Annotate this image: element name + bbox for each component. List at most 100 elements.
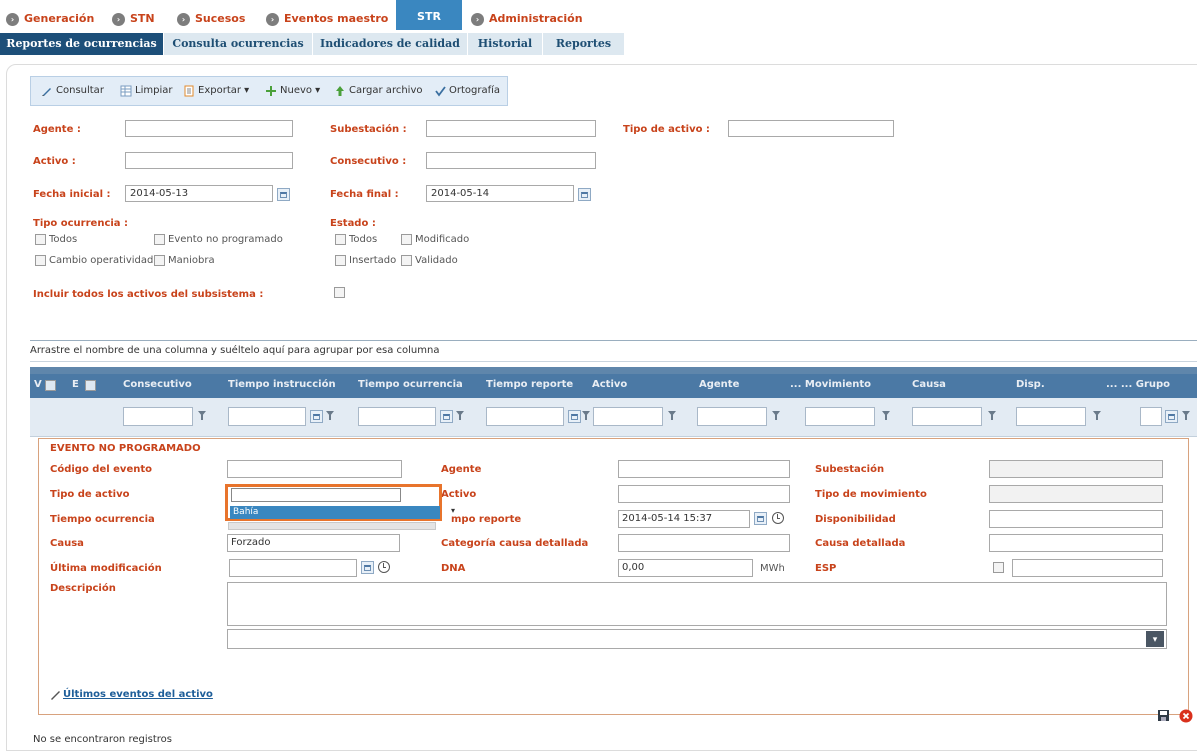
limpiar-button[interactable]: Limpiar xyxy=(120,83,172,99)
filter-tiempo-ocurrencia-input[interactable] xyxy=(358,407,436,426)
calendar-icon[interactable] xyxy=(754,512,767,525)
estado-validado-checkbox[interactable] xyxy=(401,255,412,266)
column-tiempo-instruccion[interactable]: Tiempo instrucción xyxy=(228,379,336,390)
causa-detallada-input[interactable] xyxy=(989,534,1163,552)
calendar-icon[interactable] xyxy=(568,410,581,423)
clock-icon[interactable] xyxy=(378,561,390,573)
descripcion-select[interactable] xyxy=(227,629,1167,649)
activo-input[interactable] xyxy=(125,152,293,169)
filter-funnel-icon[interactable] xyxy=(198,411,207,421)
column-tiempo-reporte[interactable]: Tiempo reporte xyxy=(486,379,573,390)
fecha-inicial-input[interactable]: 2014-05-13 xyxy=(125,185,273,202)
filter-funnel-icon[interactable] xyxy=(772,411,781,421)
categoria-causa-input[interactable] xyxy=(618,534,790,552)
tab-historial[interactable]: Historial xyxy=(468,33,543,55)
nav-generacion[interactable]: › Generación xyxy=(6,10,94,28)
close-icon[interactable] xyxy=(1179,709,1193,723)
filter-funnel-icon[interactable] xyxy=(668,411,677,421)
nav-str[interactable]: STR xyxy=(396,0,462,30)
calendar-icon[interactable] xyxy=(277,188,290,201)
estado-todos-checkbox[interactable] xyxy=(335,234,346,245)
ultima-modificacion-input[interactable] xyxy=(229,559,357,577)
dna-input[interactable]: 0,00 xyxy=(618,559,753,577)
consecutivo-input[interactable] xyxy=(426,152,596,169)
select-all-v-checkbox[interactable] xyxy=(45,380,56,391)
subestacion-input[interactable] xyxy=(426,120,596,137)
chevron-down-icon[interactable]: ▾ xyxy=(1146,631,1164,647)
activo-detail-input[interactable] xyxy=(618,485,790,503)
calendar-icon[interactable] xyxy=(1165,410,1178,423)
disponibilidad-input[interactable] xyxy=(989,510,1163,528)
tab-consulta-ocurrencias[interactable]: Consulta ocurrencias xyxy=(164,33,313,55)
calendar-icon[interactable] xyxy=(361,561,374,574)
nav-stn[interactable]: › STN xyxy=(112,10,155,28)
ultimos-eventos-link[interactable]: Últimos eventos del activo xyxy=(50,689,213,700)
exportar-button[interactable]: Exportar ▾ xyxy=(183,83,249,99)
dropdown-option-bahia[interactable]: Bahía xyxy=(230,506,440,519)
filter-agente-input[interactable] xyxy=(697,407,767,426)
filter-funnel-icon[interactable] xyxy=(882,411,891,421)
causa-input[interactable]: Forzado xyxy=(227,534,400,552)
cargar-archivo-button[interactable]: Cargar archivo xyxy=(334,83,422,99)
dropdown-scrollbar[interactable] xyxy=(228,522,436,530)
tipo-activo-dropdown[interactable]: Bahía xyxy=(225,484,442,521)
filter-funnel-icon[interactable] xyxy=(326,411,335,421)
consultar-button[interactable]: Consultar xyxy=(41,83,104,99)
calendar-icon[interactable] xyxy=(578,188,591,201)
tipo-evento-no-programado-checkbox[interactable] xyxy=(154,234,165,245)
tab-reportes-ocurrencias[interactable]: Reportes de ocurrencias xyxy=(0,33,164,55)
estado-insertado-checkbox[interactable] xyxy=(335,255,346,266)
tipo-movimiento-input[interactable] xyxy=(989,485,1163,503)
filter-funnel-icon[interactable] xyxy=(1093,411,1102,421)
filter-funnel-icon[interactable] xyxy=(456,411,465,421)
nav-sucesos[interactable]: › Sucesos xyxy=(177,10,245,28)
ortografia-button[interactable]: Ortografía xyxy=(434,83,500,99)
tipo-todos-checkbox[interactable] xyxy=(35,234,46,245)
column-movimiento[interactable]: ... Movimiento xyxy=(790,379,871,390)
column-activo[interactable]: Activo xyxy=(592,379,627,390)
filter-activo-input[interactable] xyxy=(593,407,663,426)
group-by-bar[interactable]: Arrastre el nombre de una columna y suél… xyxy=(30,340,1197,362)
filter-tiempo-instruccion-input[interactable] xyxy=(228,407,306,426)
clock-icon[interactable] xyxy=(772,512,784,524)
filter-funnel-icon[interactable] xyxy=(582,411,591,421)
filter-consecutivo-input[interactable] xyxy=(123,407,193,426)
tipo-activo-combo-input[interactable] xyxy=(231,488,401,502)
save-icon[interactable] xyxy=(1157,709,1170,722)
column-disp[interactable]: Disp. xyxy=(1016,379,1045,390)
fecha-final-input[interactable]: 2014-05-14 xyxy=(426,185,574,202)
nav-administracion[interactable]: › Administración xyxy=(471,10,583,28)
nav-eventos-maestro[interactable]: › Eventos maestro xyxy=(266,10,388,28)
filter-causa-input[interactable] xyxy=(912,407,982,426)
filter-movimiento-input[interactable] xyxy=(805,407,875,426)
estado-modificado-checkbox[interactable] xyxy=(401,234,412,245)
tiempo-reporte-input[interactable]: 2014-05-14 15:37 xyxy=(618,510,750,528)
calendar-icon[interactable] xyxy=(310,410,323,423)
filter-grupo-input[interactable] xyxy=(1140,407,1162,426)
nuevo-button[interactable]: Nuevo ▾ xyxy=(265,83,320,99)
tipo-maniobra-checkbox[interactable] xyxy=(154,255,165,266)
column-tiempo-ocurrencia[interactable]: Tiempo ocurrencia xyxy=(358,379,463,390)
column-grupo[interactable]: ... ... Grupo xyxy=(1106,379,1170,390)
tab-indicadores-calidad[interactable]: Indicadores de calidad xyxy=(313,33,468,55)
esp-input[interactable] xyxy=(1012,559,1163,577)
agente-detail-input[interactable] xyxy=(618,460,790,478)
select-all-e-checkbox[interactable] xyxy=(85,380,96,391)
filter-funnel-icon[interactable] xyxy=(988,411,997,421)
esp-checkbox[interactable] xyxy=(993,562,1004,573)
filter-tiempo-reporte-input[interactable] xyxy=(486,407,564,426)
codigo-evento-input[interactable] xyxy=(227,460,402,478)
agente-input[interactable] xyxy=(125,120,293,137)
descripcion-textarea[interactable] xyxy=(227,582,1167,626)
calendar-icon[interactable] xyxy=(440,410,453,423)
subestacion-detail-input[interactable] xyxy=(989,460,1163,478)
filter-funnel-icon[interactable] xyxy=(1182,411,1191,421)
filter-disp-input[interactable] xyxy=(1016,407,1086,426)
column-causa[interactable]: Causa xyxy=(912,379,946,390)
column-consecutivo[interactable]: Consecutivo xyxy=(123,379,192,390)
tipo-cambio-operatividad-checkbox[interactable] xyxy=(35,255,46,266)
tab-reportes[interactable]: Reportes xyxy=(543,33,624,55)
column-agente[interactable]: Agente xyxy=(699,379,739,390)
incluir-activos-checkbox[interactable] xyxy=(334,287,345,298)
tipo-activo-input[interactable] xyxy=(728,120,894,137)
